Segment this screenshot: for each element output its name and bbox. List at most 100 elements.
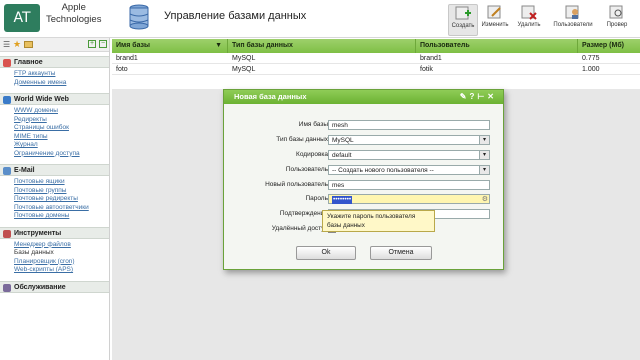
table-cell: MySQL <box>232 55 256 62</box>
sidebar-item[interactable]: Планировщик (cron) <box>0 258 109 267</box>
password-field[interactable]: •••••••• ⚙ <box>328 194 490 204</box>
form-row: Кодировка default <box>224 150 505 160</box>
create-button[interactable]: Создать <box>448 4 478 36</box>
section-title: Главное <box>14 59 43 66</box>
field-label: Подтверждение <box>279 210 328 217</box>
field-value: mes <box>332 182 345 189</box>
list-icon[interactable]: ☰ <box>3 40 10 49</box>
sidebar-item[interactable]: Ограничение доступа <box>0 150 109 159</box>
edit-icon <box>487 5 501 19</box>
sidebar-item[interactable]: Почтовые редиректы <box>0 195 109 204</box>
field-label: Пользователь <box>285 166 328 173</box>
table-cell: 0.775 <box>582 55 600 62</box>
users-icon <box>565 5 579 19</box>
sidebar-item[interactable]: Редиректы <box>0 116 109 125</box>
section-title: E-Mail <box>14 167 35 174</box>
section-icon <box>3 229 11 238</box>
table-row[interactable]: foto MySQL fotik 1.000 <box>112 64 640 75</box>
close-icon[interactable]: ✕ <box>487 92 497 101</box>
brand-name: Apple Technologies <box>46 2 101 26</box>
new-database-dialog: Новая база данных ✎?⊢✕ Имя базы mesh Тип б… <box>223 89 504 270</box>
col-db-type[interactable]: Тип базы данных <box>228 39 416 53</box>
table-cell: MySQL <box>232 66 256 73</box>
pin-icon[interactable]: ✎ <box>460 92 470 101</box>
table-row[interactable]: brand1 MySQL brand1 0.775 <box>112 53 640 64</box>
star-icon[interactable]: ★ <box>13 39 21 50</box>
sidebar-section-header[interactable]: World Wide Web <box>0 93 109 105</box>
form-row: Новый пользователь mes <box>224 180 505 190</box>
select-field[interactable]: default <box>328 150 490 160</box>
folder-icon[interactable] <box>24 41 33 48</box>
sidebar-section-header[interactable]: Обслуживание <box>0 280 109 293</box>
sidebar-section-header[interactable]: Главное <box>0 56 109 68</box>
text-field[interactable]: mes <box>328 180 490 190</box>
section-icon <box>3 96 11 104</box>
form-row: Пользователь -- Создать нового пользовате… <box>224 165 505 175</box>
col-db-name[interactable]: Имя базы ▼ <box>112 39 228 53</box>
section-icon <box>3 59 11 67</box>
table-body: brand1 MySQL brand1 0.775 foto MySQL fotik 1.00… <box>112 53 640 75</box>
sidebar-item[interactable]: Почтовые домены <box>0 212 109 221</box>
table-cell: foto <box>116 66 128 73</box>
field-value: default <box>332 152 352 159</box>
section-title: World Wide Web <box>14 96 69 103</box>
edit-button[interactable]: Изменить <box>480 4 510 36</box>
users-label: Пользователи <box>553 22 593 28</box>
database-icon <box>129 4 149 30</box>
field-value: •••••••• <box>332 196 353 204</box>
page-title: Управление базами данных <box>164 10 307 22</box>
sidebar-item[interactable]: Почтовые автоответчики <box>0 204 109 213</box>
sidebar-item[interactable]: Базы данных <box>0 249 109 258</box>
cancel-button[interactable]: Отмена <box>370 246 432 260</box>
sidebar-item[interactable]: WWW домены <box>0 107 109 116</box>
col-size[interactable]: Размер (Мб) <box>578 39 640 53</box>
sidebar-item[interactable]: Почтовые группы <box>0 187 109 196</box>
form-row: Пароль •••••••• ⚙ <box>224 194 505 204</box>
field-label: Новый пользователь <box>265 181 328 188</box>
col-user[interactable]: Пользователь <box>416 39 578 53</box>
collapse-all-icon[interactable]: − <box>99 40 107 48</box>
dialog-title: Новая база данных ✎?⊢✕ <box>224 90 503 104</box>
brand-line2: Technologies <box>46 14 102 25</box>
sidebar-item[interactable]: Журнал <box>0 141 109 150</box>
select-field[interactable]: -- Создать нового пользователя -- <box>328 165 490 175</box>
logo: AT <box>4 4 40 32</box>
sidebar-item[interactable]: Доменные имена <box>0 79 109 88</box>
sidebar-item[interactable]: FTP аккаунты <box>0 70 109 79</box>
password-tooltip: Укажите пароль пользователя базы данных <box>322 210 435 232</box>
sort-desc-icon[interactable]: ▼ <box>215 39 222 53</box>
sidebar-item[interactable]: MIME типы <box>0 133 109 142</box>
sidebar: ☰ ★ + − Главное FTP аккаунты Доменные имен… <box>0 38 110 360</box>
brand-line1: Apple <box>61 2 86 13</box>
expand-icon[interactable]: ⊢ <box>477 92 487 101</box>
delete-button[interactable]: Удалить <box>514 4 544 36</box>
field-label: Кодировка <box>296 151 328 158</box>
sidebar-item[interactable]: Web-скрипты (APS) <box>0 266 109 275</box>
select-field[interactable]: MySQL <box>328 135 490 145</box>
edit-label: Изменить <box>481 22 509 28</box>
table-cell: brand1 <box>116 55 138 62</box>
section-icon <box>3 283 11 292</box>
field-label: Тип базы данных <box>276 136 328 143</box>
field-label: Удалённый доступ <box>271 225 328 232</box>
databases-table: Имя базы ▼ Тип базы данных Пользователь Р… <box>112 39 640 75</box>
col-db-name-label: Имя базы <box>116 42 150 49</box>
sidebar-section-header[interactable]: E-Mail <box>0 164 109 176</box>
sidebar-item[interactable]: Страницы ошибок <box>0 124 109 133</box>
table-cell: fotik <box>420 66 433 73</box>
check-button[interactable]: Провер <box>602 4 632 36</box>
check-label: Провер <box>606 22 628 28</box>
expand-all-icon[interactable]: + <box>88 40 96 48</box>
form-row: Имя базы mesh <box>224 120 505 130</box>
section-title: Обслуживание <box>14 283 66 291</box>
users-button[interactable]: Пользователи <box>553 4 593 36</box>
text-field[interactable]: mesh <box>328 120 490 130</box>
field-label: Пароль <box>305 195 328 202</box>
sidebar-item[interactable]: Почтовые ящики <box>0 178 109 187</box>
sidebar-section-header[interactable]: Инструменты <box>0 226 109 239</box>
field-value: mesh <box>332 122 348 129</box>
generate-password-icon[interactable]: ⚙ <box>482 195 488 204</box>
sidebar-item[interactable]: Менеджер файлов <box>0 241 109 250</box>
delete-label: Удалить <box>517 22 541 28</box>
ok-button[interactable]: Ok <box>296 246 356 260</box>
